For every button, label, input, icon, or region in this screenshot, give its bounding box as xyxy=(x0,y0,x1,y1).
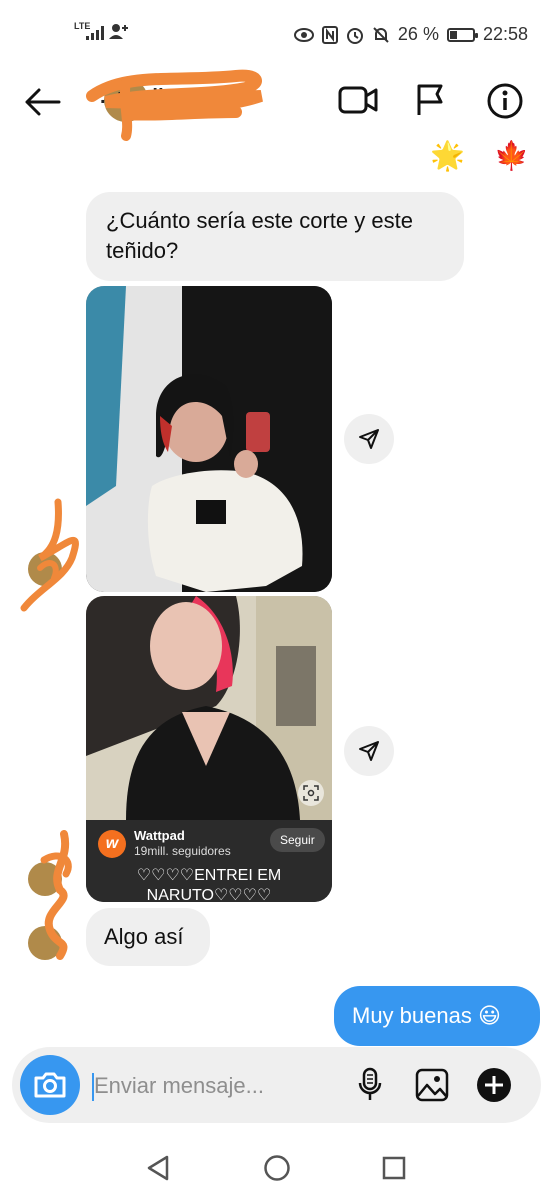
plus-circle-icon xyxy=(477,1068,511,1102)
voice-message-button[interactable] xyxy=(350,1065,390,1105)
nav-home-button[interactable] xyxy=(256,1150,298,1186)
post-caption: ♡♡♡♡ENTREI EM NARUTO♡♡♡♡ xyxy=(136,867,282,902)
wattpad-logo-icon[interactable]: w xyxy=(98,830,126,858)
image-icon xyxy=(415,1068,449,1102)
message-bubble-incoming[interactable]: ¿Cuánto sería este corte y este teñido? xyxy=(86,192,464,281)
scan-icon xyxy=(303,785,319,801)
message-composer xyxy=(12,1047,541,1123)
triangle-back-icon xyxy=(147,1155,169,1181)
back-arrow-icon xyxy=(25,88,61,116)
status-bar: LTE 26 % 22:58 xyxy=(0,0,554,64)
battery-icon xyxy=(446,27,478,42)
signal-icon xyxy=(86,26,104,40)
send-icon xyxy=(359,429,379,449)
post-image xyxy=(86,596,332,820)
redaction-scribble xyxy=(40,830,72,960)
camera-icon xyxy=(34,1072,66,1098)
share-post-button[interactable] xyxy=(344,726,394,776)
circle-home-icon xyxy=(264,1155,290,1181)
square-recents-icon xyxy=(382,1156,406,1180)
microphone-icon xyxy=(358,1067,382,1100)
follow-button[interactable]: Seguir xyxy=(270,828,325,852)
leaf-reaction: 🍁 xyxy=(494,140,529,171)
flag-button[interactable] xyxy=(410,80,450,120)
flag-icon xyxy=(417,84,443,115)
redaction-scribble xyxy=(20,498,79,612)
message-bubble-outgoing[interactable]: Muy buenas 😃 xyxy=(334,986,540,1046)
battery-percent: 26 % xyxy=(397,24,439,44)
photo-image xyxy=(86,286,332,592)
post-followers: 19mill. seguidores xyxy=(134,844,231,858)
info-button[interactable] xyxy=(484,80,526,122)
status-right: 26 % 22:58 xyxy=(293,24,528,45)
post-account-name[interactable]: Wattpad xyxy=(134,828,185,843)
clock: 22:58 xyxy=(482,24,528,44)
video-call-icon xyxy=(338,86,378,114)
bell-off-icon xyxy=(373,26,389,43)
star-reaction: 🌟 xyxy=(430,140,465,171)
alarm-icon xyxy=(346,27,363,44)
visual-search-button[interactable] xyxy=(298,780,324,806)
message-text: ¿Cuánto sería este corte y este teñido? xyxy=(106,208,413,263)
shared-post-card[interactable]: w Wattpad 19mill. seguidores Seguir ♡♡♡♡… xyxy=(86,596,332,902)
video-call-button[interactable] xyxy=(336,80,380,120)
chat-title[interactable]: ...uaail... xyxy=(100,86,181,109)
message-bubble-incoming[interactable]: Algo así xyxy=(86,908,210,966)
message-text: Muy buenas 😃 xyxy=(352,1003,501,1028)
post-footer: w Wattpad 19mill. seguidores Seguir ♡♡♡♡… xyxy=(86,820,332,902)
eye-icon xyxy=(293,27,314,42)
user-add-icon xyxy=(109,24,128,39)
back-button[interactable] xyxy=(20,82,64,122)
share-photo-button[interactable] xyxy=(344,414,394,464)
nav-recents-button[interactable] xyxy=(374,1150,414,1186)
info-icon xyxy=(487,83,523,119)
gallery-button[interactable] xyxy=(412,1065,452,1105)
camera-button[interactable] xyxy=(20,1055,80,1115)
nav-back-button[interactable] xyxy=(138,1150,178,1186)
message-input[interactable] xyxy=(92,1065,356,1107)
nfc-icon xyxy=(321,25,338,44)
more-options-button[interactable] xyxy=(474,1065,514,1105)
message-text: Algo así xyxy=(104,924,184,949)
system-nav-bar xyxy=(0,1130,554,1200)
send-icon xyxy=(359,741,379,761)
shared-photo[interactable] xyxy=(86,286,332,592)
